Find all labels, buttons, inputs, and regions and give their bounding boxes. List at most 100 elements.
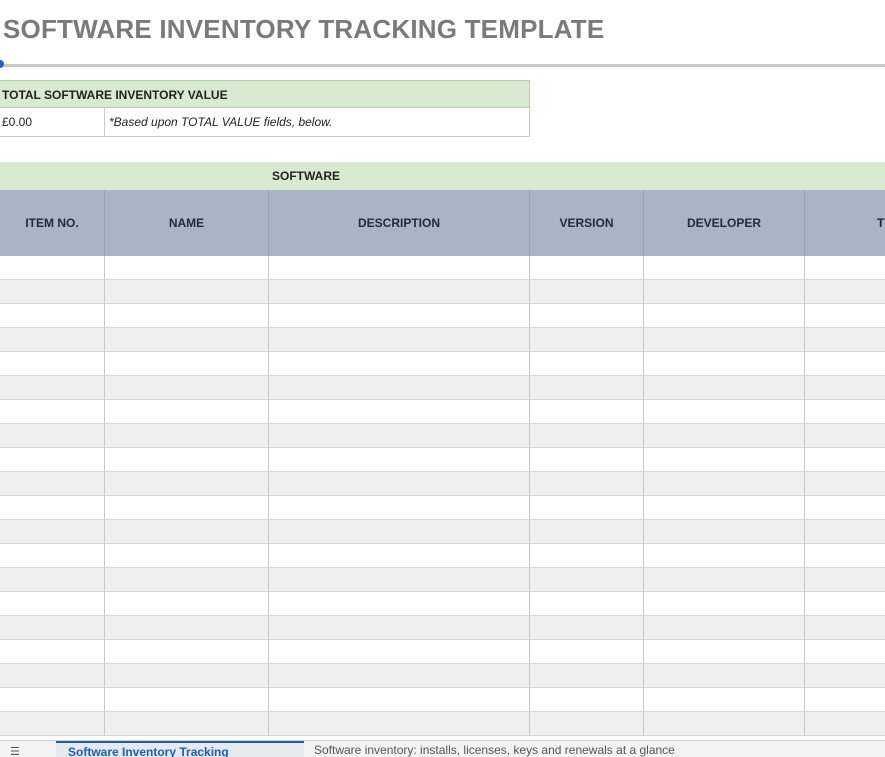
table-cell[interactable] bbox=[644, 712, 805, 736]
table-cell[interactable] bbox=[0, 328, 105, 352]
table-cell[interactable] bbox=[644, 472, 805, 496]
col-header-version[interactable]: VERSION bbox=[530, 190, 644, 256]
col-header-type[interactable]: TY bbox=[805, 190, 885, 256]
table-cell[interactable] bbox=[805, 496, 885, 520]
table-cell[interactable] bbox=[269, 544, 530, 568]
table-cell[interactable] bbox=[269, 688, 530, 712]
table-cell[interactable] bbox=[530, 256, 644, 280]
table-cell[interactable] bbox=[530, 592, 644, 616]
table-cell[interactable] bbox=[269, 592, 530, 616]
table-cell[interactable] bbox=[530, 664, 644, 688]
table-cell[interactable] bbox=[644, 280, 805, 304]
table-cell[interactable] bbox=[105, 616, 269, 640]
table-cell[interactable] bbox=[644, 640, 805, 664]
table-cell[interactable] bbox=[0, 256, 105, 280]
table-cell[interactable] bbox=[644, 304, 805, 328]
table-cell[interactable] bbox=[530, 472, 644, 496]
table-cell[interactable] bbox=[105, 400, 269, 424]
table-cell[interactable] bbox=[269, 448, 530, 472]
table-cell[interactable] bbox=[0, 688, 105, 712]
table-cell[interactable] bbox=[105, 280, 269, 304]
table-cell[interactable] bbox=[105, 256, 269, 280]
table-cell[interactable] bbox=[530, 376, 644, 400]
table-cell[interactable] bbox=[805, 352, 885, 376]
col-header-item-no[interactable]: ITEM NO. bbox=[0, 190, 105, 256]
table-cell[interactable] bbox=[269, 568, 530, 592]
table-cell[interactable] bbox=[805, 448, 885, 472]
table-cell[interactable] bbox=[105, 592, 269, 616]
table-cell[interactable] bbox=[644, 448, 805, 472]
table-cell[interactable] bbox=[644, 496, 805, 520]
table-cell[interactable] bbox=[530, 616, 644, 640]
table-cell[interactable] bbox=[0, 472, 105, 496]
table-cell[interactable] bbox=[105, 640, 269, 664]
table-cell[interactable] bbox=[0, 520, 105, 544]
table-cell[interactable] bbox=[105, 376, 269, 400]
table-cell[interactable] bbox=[0, 376, 105, 400]
table-cell[interactable] bbox=[105, 352, 269, 376]
table-cell[interactable] bbox=[530, 448, 644, 472]
table-cell[interactable] bbox=[0, 400, 105, 424]
table-cell[interactable] bbox=[269, 400, 530, 424]
table-cell[interactable] bbox=[644, 592, 805, 616]
table-cell[interactable] bbox=[530, 496, 644, 520]
table-cell[interactable] bbox=[105, 664, 269, 688]
table-cell[interactable] bbox=[644, 376, 805, 400]
col-header-name[interactable]: NAME bbox=[105, 190, 269, 256]
table-cell[interactable] bbox=[0, 424, 105, 448]
table-cell[interactable] bbox=[0, 616, 105, 640]
table-cell[interactable] bbox=[0, 496, 105, 520]
table-cell[interactable] bbox=[0, 352, 105, 376]
table-cell[interactable] bbox=[530, 328, 644, 352]
table-cell[interactable] bbox=[105, 304, 269, 328]
table-cell[interactable] bbox=[644, 688, 805, 712]
table-cell[interactable] bbox=[0, 664, 105, 688]
col-header-description[interactable]: DESCRIPTION bbox=[269, 190, 530, 256]
table-cell[interactable] bbox=[805, 568, 885, 592]
table-cell[interactable] bbox=[530, 280, 644, 304]
table-cell[interactable] bbox=[644, 328, 805, 352]
table-cell[interactable] bbox=[644, 664, 805, 688]
table-cell[interactable] bbox=[0, 304, 105, 328]
table-cell[interactable] bbox=[269, 424, 530, 448]
table-cell[interactable] bbox=[269, 616, 530, 640]
table-cell[interactable] bbox=[105, 520, 269, 544]
table-cell[interactable] bbox=[0, 448, 105, 472]
table-cell[interactable] bbox=[105, 472, 269, 496]
table-cell[interactable] bbox=[805, 376, 885, 400]
table-cell[interactable] bbox=[269, 328, 530, 352]
sheet-tab-active[interactable]: Software Inventory Tracking bbox=[56, 741, 304, 757]
table-cell[interactable] bbox=[0, 280, 105, 304]
table-cell[interactable] bbox=[805, 640, 885, 664]
table-cell[interactable] bbox=[0, 640, 105, 664]
table-cell[interactable] bbox=[530, 640, 644, 664]
table-cell[interactable] bbox=[805, 688, 885, 712]
table-cell[interactable] bbox=[530, 400, 644, 424]
table-cell[interactable] bbox=[644, 520, 805, 544]
table-cell[interactable] bbox=[805, 664, 885, 688]
table-cell[interactable] bbox=[269, 256, 530, 280]
table-cell[interactable] bbox=[530, 520, 644, 544]
table-cell[interactable] bbox=[105, 496, 269, 520]
table-cell[interactable] bbox=[805, 304, 885, 328]
table-cell[interactable] bbox=[530, 688, 644, 712]
table-cell[interactable] bbox=[805, 256, 885, 280]
table-cell[interactable] bbox=[805, 544, 885, 568]
table-cell[interactable] bbox=[105, 688, 269, 712]
table-cell[interactable] bbox=[269, 352, 530, 376]
table-cell[interactable] bbox=[0, 544, 105, 568]
table-cell[interactable] bbox=[105, 424, 269, 448]
table-cell[interactable] bbox=[269, 664, 530, 688]
table-cell[interactable] bbox=[644, 424, 805, 448]
table-cell[interactable] bbox=[0, 592, 105, 616]
table-cell[interactable] bbox=[805, 424, 885, 448]
table-cell[interactable] bbox=[269, 640, 530, 664]
table-cell[interactable] bbox=[269, 280, 530, 304]
table-cell[interactable] bbox=[269, 376, 530, 400]
table-cell[interactable] bbox=[105, 712, 269, 736]
table-cell[interactable] bbox=[805, 520, 885, 544]
table-cell[interactable] bbox=[644, 256, 805, 280]
table-cell[interactable] bbox=[0, 712, 105, 736]
table-cell[interactable] bbox=[805, 328, 885, 352]
table-cell[interactable] bbox=[0, 568, 105, 592]
